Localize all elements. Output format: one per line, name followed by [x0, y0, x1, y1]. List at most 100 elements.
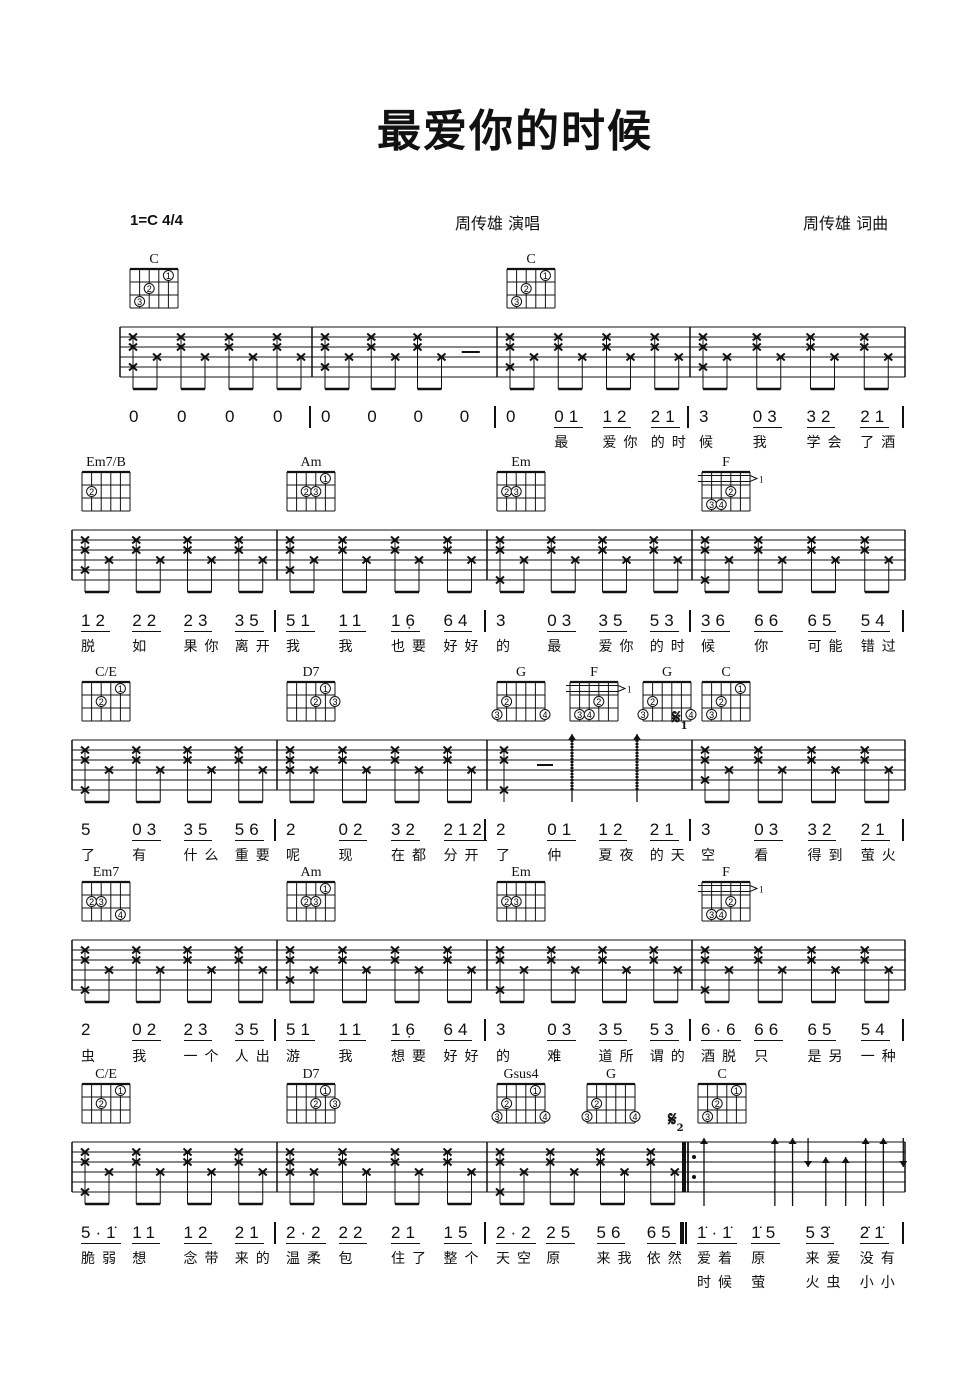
notation-note: 53̇	[805, 1223, 835, 1244]
notation-bar-line	[274, 1019, 276, 1041]
chord-name: D7	[302, 665, 320, 680]
finger-number: 4	[542, 1112, 547, 1122]
chord-diagram: 23 4	[81, 880, 131, 922]
barre-fret-number: 1	[759, 885, 764, 895]
finger-number: 2	[89, 897, 94, 907]
finger-number: 2	[524, 284, 529, 294]
segno-icon: 𝄋1	[672, 705, 688, 732]
lyric-text: 萤火	[860, 848, 903, 864]
finger-number: 3	[332, 1099, 337, 1109]
finger-number: 3	[709, 500, 714, 510]
notation-note: 11	[338, 611, 367, 632]
finger-number: 3	[640, 710, 645, 720]
notation-note: 03	[754, 820, 784, 841]
lyric-text: 好好	[443, 1049, 486, 1065]
lyric-text: 如	[132, 639, 154, 655]
notation-note: 0	[177, 407, 192, 426]
finger-number: 1	[166, 271, 171, 281]
notation-note: 21	[391, 1223, 420, 1244]
notation-note: 35	[183, 820, 213, 841]
notation-note: 35	[234, 611, 264, 632]
notation-note: 3	[701, 820, 716, 839]
barre-icon	[698, 885, 759, 892]
lyric-text: 我	[132, 1049, 154, 1065]
lyric-text: 的	[496, 1049, 517, 1065]
notation-note: 23	[183, 1020, 213, 1041]
notation-bar-line	[484, 1019, 486, 1041]
chord-diagram: 123 4	[698, 880, 764, 922]
lyric-text: 念带	[183, 1251, 226, 1267]
notation-note: 22	[338, 1223, 368, 1244]
finger-number: 1	[738, 684, 743, 694]
finger-number: 3	[137, 297, 142, 307]
notation-note: 53	[649, 611, 679, 632]
chord-diagram: 12 3	[286, 1082, 341, 1124]
notation-note: 12	[183, 1223, 213, 1244]
chord-name: C	[149, 252, 159, 267]
notation-bar-line	[689, 1019, 691, 1041]
notation-note: 21	[650, 407, 680, 428]
finger-number: 4	[719, 910, 724, 920]
chord-name: G	[661, 665, 673, 680]
barre-icon	[566, 685, 627, 692]
notation-bar-line	[309, 406, 311, 428]
lyric-text: 学会	[806, 435, 849, 451]
notation-note: 02	[338, 820, 368, 841]
finger-number: 2	[99, 1099, 104, 1109]
up-arrow-icon	[568, 734, 576, 740]
finger-number: 2	[594, 1099, 599, 1109]
chord-name: C	[717, 1067, 727, 1082]
chord-diagram: 123 4	[698, 470, 764, 512]
chord-name: Am	[300, 455, 322, 470]
chord-diagram: 23	[496, 470, 546, 512]
finger-number: 3	[99, 897, 104, 907]
finger-number: 2	[650, 697, 655, 707]
finger-number: 1	[118, 1086, 123, 1096]
notation-note: 35	[598, 611, 628, 632]
finger-number: 2	[504, 1099, 509, 1109]
notation-note: 64	[443, 611, 473, 632]
up-arrow-icon	[770, 1138, 779, 1144]
lyric-text: 得到	[807, 848, 850, 864]
notation-note: 21	[649, 820, 679, 841]
notation-bar-line	[274, 610, 276, 632]
finger-number: 3	[709, 710, 714, 720]
lyric-text: 来的	[234, 1251, 277, 1267]
notation-bar-line	[274, 819, 276, 841]
notation-bar-line	[685, 1222, 687, 1244]
tab-score: 123123212 3 2 3123 41212 3 23 4123 423 41232 3412 3…	[71, 267, 908, 1206]
lyric-text: 的时	[650, 435, 693, 451]
notation-note: 66	[754, 1020, 784, 1041]
lyric-text: 分开	[443, 848, 486, 864]
notation-bar-line	[902, 406, 904, 428]
lyric-text: 你	[754, 639, 776, 655]
notation-note: 65	[646, 1223, 676, 1244]
barre-fret-number: 1	[759, 475, 764, 485]
finger-number: 3	[332, 697, 337, 707]
finger-number: 1	[323, 884, 328, 894]
notation-bar-line	[484, 1222, 486, 1244]
lyric-text: 谓的	[649, 1049, 692, 1065]
lyric-text: 候	[699, 435, 720, 451]
notation-note: 03	[547, 611, 577, 632]
notation-bar-line	[484, 819, 486, 841]
notation-note: 35	[234, 1020, 264, 1041]
chord-diagram: 12	[81, 1082, 131, 1124]
notation-note: 32	[806, 407, 836, 428]
chord-name: Em	[511, 865, 531, 880]
chord-name: G	[605, 1067, 617, 1082]
notation-note: 32	[807, 820, 837, 841]
barre-fret-number: 1	[627, 685, 632, 695]
notation-note: 21	[860, 407, 890, 428]
notation-repeat-bar	[680, 1222, 684, 1244]
lyric-text: 可能	[807, 639, 850, 655]
finger-number: 1	[118, 684, 123, 694]
chord-diagram: 2	[81, 470, 131, 512]
notation-note: 51	[286, 1020, 315, 1041]
notation-note: 54	[860, 1020, 890, 1041]
lyric-text: 包	[338, 1251, 360, 1267]
tab-staff	[71, 1141, 906, 1193]
notation-bar-line	[484, 610, 486, 632]
notation-note: 35	[598, 1020, 628, 1041]
chord-diagram: 123 4	[491, 1082, 551, 1124]
